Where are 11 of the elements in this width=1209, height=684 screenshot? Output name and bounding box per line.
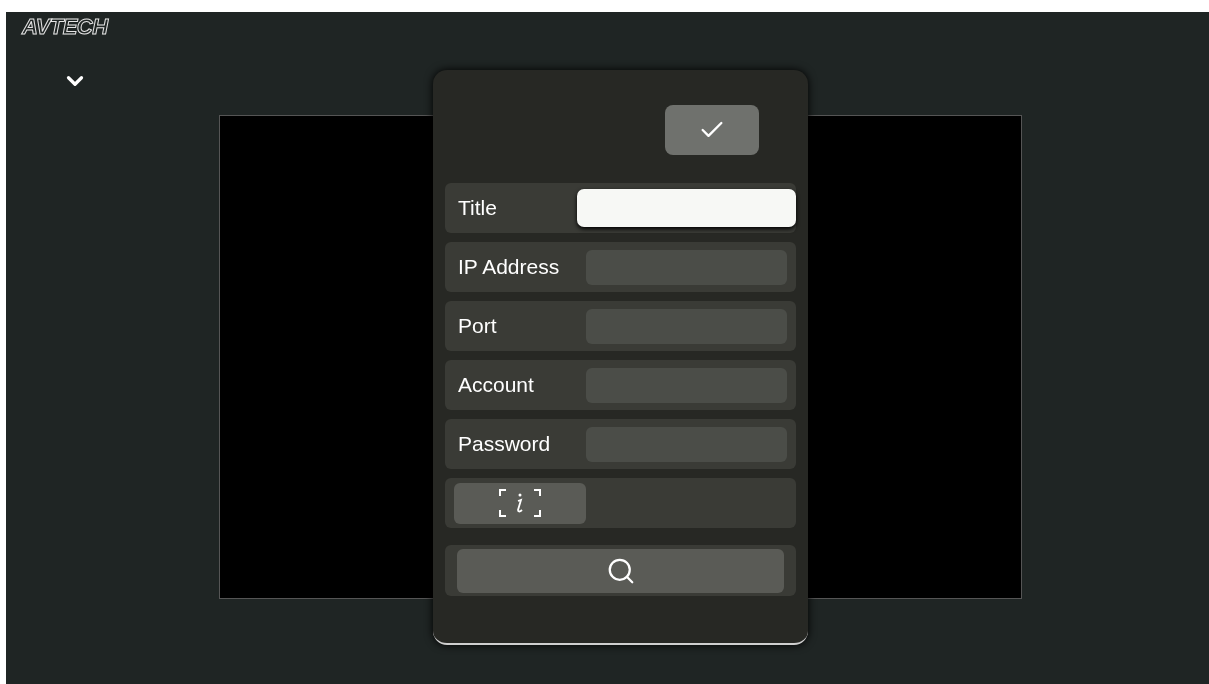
field-label: IP Address xyxy=(458,254,561,281)
field-label: Title xyxy=(458,195,498,222)
input-field[interactable] xyxy=(577,189,796,227)
field-label: Password xyxy=(458,431,552,458)
info-scan-button[interactable] xyxy=(454,482,586,524)
field-label: Account xyxy=(458,372,535,399)
confirm-button[interactable] xyxy=(665,105,759,155)
logo: AVTECH xyxy=(22,16,108,38)
field-label: Port xyxy=(458,313,498,340)
search-button[interactable] xyxy=(457,548,784,593)
info-frame-icon xyxy=(498,488,542,518)
